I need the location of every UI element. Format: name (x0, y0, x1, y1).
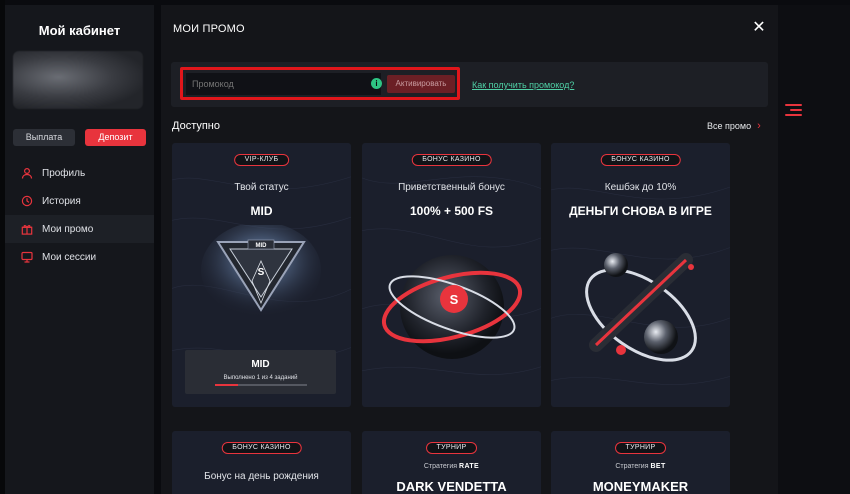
card-headline: MID (250, 204, 273, 218)
promo-card-tournament-moneymaker[interactable]: ТУРНИР Стратегия BET MONEYMAKER (551, 431, 730, 494)
card-subtitle: Бонус на день рождения (204, 471, 319, 482)
level-name: MID (251, 359, 270, 370)
promo-card-birthday[interactable]: БОНУС КАЗИНО Бонус на день рождения (172, 431, 351, 494)
card-subtitle: Кешбэк до 10% (604, 182, 677, 193)
strategy-value: RATE (458, 463, 480, 470)
history-icon (21, 195, 33, 207)
card-headline: DARK VENDETTA (396, 479, 507, 494)
gift-icon (21, 223, 33, 235)
casino-sphere-illustration: S (381, 255, 523, 359)
svg-text:MID: MID (256, 243, 268, 249)
strategy-value: BET (650, 463, 666, 470)
card-strategy: Стратегия RATE (362, 463, 541, 470)
card-headline: MONEYMAKER (592, 479, 689, 494)
card-badge: ТУРНИР (614, 442, 667, 454)
sidebar-item-sessions[interactable]: Мои сессии (5, 243, 154, 271)
card-badge: ТУРНИР (425, 442, 478, 454)
chevron-right-icon: › (757, 120, 761, 132)
how-to-get-promo-link[interactable]: Как получить промокод? (472, 80, 574, 90)
section-title-available: Доступно (172, 120, 221, 132)
sidebar-item-label: Мои сессии (42, 251, 97, 263)
card-headline: ДЕНЬГИ СНОВА В ИГРЕ (569, 204, 712, 218)
level-progress-text: Выполнено 1 из 4 заданий (223, 375, 298, 381)
withdraw-button[interactable]: Выплата (13, 129, 75, 146)
promo-card-vip[interactable]: VIP-КЛУБ Твой статус MID MID S MID Выпол… (172, 143, 351, 407)
menu-icon[interactable] (785, 104, 802, 116)
deposit-button[interactable]: Депозит (85, 129, 146, 146)
promo-code-bar: i Активировать Как получить промокод? (171, 62, 768, 107)
cashback-illustration (585, 253, 697, 362)
sessions-icon (21, 251, 33, 263)
level-progress-fill (215, 384, 238, 386)
close-icon[interactable]: ✕ (751, 20, 767, 36)
promo-modal: МОИ ПРОМО ✕ i Активировать Как получить … (161, 5, 778, 494)
app-root: Мой кабинет Выплата Депозит Профиль Исто… (0, 0, 850, 494)
promo-card-tournament-dark-vendetta[interactable]: ТУРНИР Стратегия RATE DARK VENDETTA (362, 431, 541, 494)
sidebar-item-label: Профиль (42, 167, 86, 179)
card-badge: БОНУС КАЗИНО (411, 154, 492, 166)
level-panel: MID Выполнено 1 из 4 заданий (185, 350, 336, 394)
sidebar-item-label: История (42, 195, 81, 207)
card-subtitle: Приветственный бонус (398, 182, 505, 193)
promo-card-welcome[interactable]: БОНУС КАЗИНО Приветственный бонус 100% +… (362, 143, 541, 407)
sidebar-nav: Профиль История Мои промо Мои сессии (5, 159, 154, 271)
background-page (778, 5, 850, 494)
sidebar-item-my-promo[interactable]: Мои промо (5, 215, 154, 243)
card-subtitle: Твой статус (234, 182, 289, 193)
card-headline: 100% + 500 FS (409, 204, 494, 218)
sidebar-title: Мой кабинет (38, 23, 121, 38)
card-badge: БОНУС КАЗИНО (221, 442, 302, 454)
svg-text:S: S (450, 292, 459, 307)
modal-title: МОИ ПРОМО (173, 23, 245, 35)
blurred-profile-card (13, 51, 143, 109)
card-strategy: Стратегия BET (551, 463, 730, 470)
all-promo-link[interactable]: Все промо › (707, 120, 761, 132)
promo-card-cashback[interactable]: БОНУС КАЗИНО Кешбэк до 10% ДЕНЬГИ СНОВА … (551, 143, 730, 407)
account-sidebar: Мой кабинет Выплата Депозит Профиль Исто… (5, 5, 154, 494)
sidebar-item-profile[interactable]: Профиль (5, 159, 154, 187)
user-icon (21, 167, 33, 179)
strategy-prefix: Стратегия (615, 463, 649, 470)
sidebar-item-label: Мои промо (42, 223, 94, 235)
level-progress-bar (215, 384, 307, 386)
card-badge: БОНУС КАЗИНО (600, 154, 681, 166)
card-badge: VIP-КЛУБ (233, 154, 290, 166)
svg-text:S: S (258, 267, 265, 278)
sidebar-item-history[interactable]: История (5, 187, 154, 215)
highlight-frame (180, 67, 460, 100)
strategy-prefix: Стратегия (423, 463, 458, 470)
all-promo-label: Все промо (707, 121, 752, 131)
